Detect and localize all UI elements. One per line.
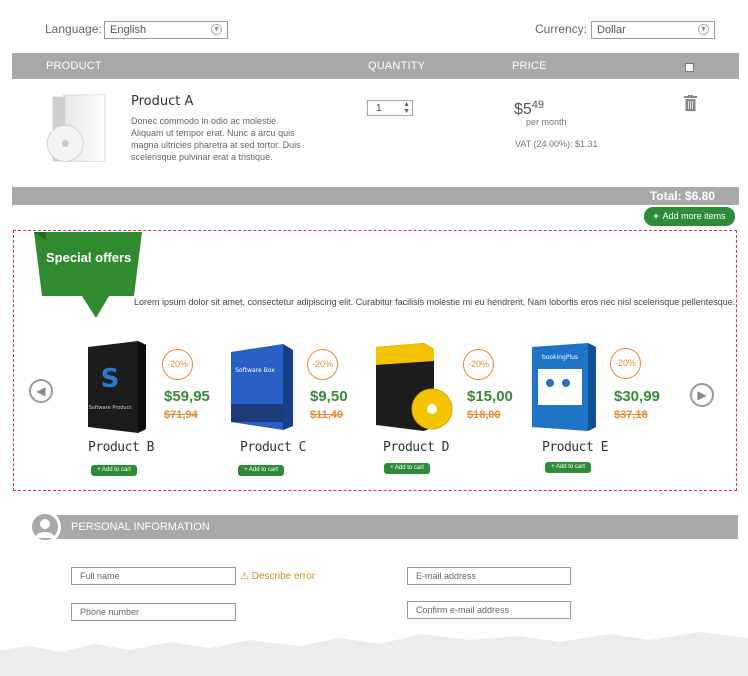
plus-icon: + [653, 211, 659, 221]
price-period: per month [526, 117, 567, 127]
full-name-field[interactable]: Full name [71, 567, 236, 585]
total-amount: Total: $6.80 [649, 189, 715, 203]
product-e-discount: -20% [610, 348, 641, 379]
vat-text: VAT (24.00%): $1.31 [515, 139, 598, 149]
quantity-value: 1 [376, 103, 382, 114]
add-to-cart-label: Add to cart [248, 467, 278, 473]
torn-paper-edge [0, 632, 748, 676]
select-all-checkbox[interactable] [685, 63, 694, 72]
product-d-image [376, 343, 453, 431]
full-name-placeholder: Full name [80, 571, 120, 581]
product-b-discount: -20% [162, 349, 193, 380]
product-d-discount: -20% [463, 349, 494, 380]
language-label: Language: [45, 22, 102, 36]
email-placeholder: E-mail address [416, 571, 477, 581]
product-e-price: $30,99 [614, 388, 660, 405]
product-d-price: $15,00 [467, 388, 513, 405]
svg-text:Software Product: Software Product [89, 405, 132, 411]
product-c-old-price: $11,40 [310, 409, 344, 421]
product-b-price: $59,95 [164, 388, 210, 405]
product-d-old-price: $18,00 [467, 409, 501, 421]
product-a-price: $549 [514, 99, 544, 119]
phone-placeholder: Phone number [80, 607, 140, 617]
chevron-down-icon: ▼ [698, 24, 709, 35]
phone-field[interactable]: Phone number [71, 603, 236, 621]
trash-icon[interactable] [684, 95, 697, 111]
avatar [29, 511, 61, 543]
cart-header: PRODUCT QUANTITY PRICE [12, 53, 739, 79]
add-to-cart-label: Add to cart [394, 465, 424, 471]
confirm-email-field[interactable]: Confirm e-mail address [407, 601, 571, 619]
product-e-old-price: $37,18 [614, 409, 648, 421]
special-offers-flag [34, 232, 142, 318]
user-icon [35, 519, 55, 538]
add-to-cart-button[interactable]: + Add to cart [384, 463, 430, 474]
add-more-label: Add more items [662, 211, 726, 221]
currency-select[interactable]: Dollar ▼ [591, 21, 715, 39]
spinner-arrows-icon[interactable]: ▲ ▼ [403, 101, 410, 115]
language-select[interactable]: English ▼ [104, 21, 228, 39]
product-c-price: $9,50 [310, 388, 348, 405]
product-c-name: Product C [240, 440, 306, 455]
language-value: English [110, 24, 147, 36]
product-a-image [46, 94, 106, 162]
price-cents: 49 [531, 99, 545, 111]
error-message: ⚠ Describe error [240, 571, 315, 582]
price-main: $5 [514, 101, 532, 118]
special-offers-description: Lorem ipsum dolor sit amet, consectetur … [134, 297, 736, 307]
add-to-cart-label: Add to cart [101, 467, 131, 473]
product-d-name: Product D [383, 440, 449, 455]
add-more-items-button[interactable]: + Add more items [644, 207, 735, 226]
email-field[interactable]: E-mail address [407, 567, 571, 585]
warning-icon: ⚠ [240, 571, 249, 582]
product-e-name: Product E [542, 440, 608, 455]
confirm-email-placeholder: Confirm e-mail address [416, 605, 510, 615]
product-b-image: S Software Product [88, 341, 146, 433]
carousel-prev-button[interactable]: ◀ [29, 379, 53, 403]
header-price: PRICE [512, 60, 547, 72]
svg-text:Software Box: Software Box [235, 367, 275, 374]
product-c-discount: -20% [307, 349, 338, 380]
total-bar: Total: $6.80 [12, 187, 739, 205]
add-to-cart-button[interactable]: + Add to cart [91, 465, 137, 476]
add-to-cart-label: Add to cart [555, 464, 585, 470]
chevron-down-icon: ▼ [211, 24, 222, 35]
product-e-image: bookingPlus [532, 343, 596, 431]
header-product: PRODUCT [46, 60, 102, 72]
product-b-name: Product B [88, 440, 154, 455]
product-a-name: Product A [131, 94, 194, 109]
product-a-description: Donec commodo in odio ac molestie. Aliqu… [131, 116, 301, 162]
svg-text:bookingPlus: bookingPlus [542, 354, 578, 361]
currency-value: Dollar [597, 24, 626, 36]
product-c-image: Software Box [231, 344, 293, 430]
add-to-cart-button[interactable]: + Add to cart [545, 462, 591, 473]
quantity-stepper[interactable]: 1 ▲ ▼ [367, 100, 413, 116]
currency-label: Currency: [535, 22, 588, 36]
svg-text:S: S [101, 364, 120, 394]
carousel-next-button[interactable]: ▶ [690, 383, 714, 407]
product-b-old-price: $71,94 [164, 409, 198, 421]
header-quantity: QUANTITY [368, 60, 426, 72]
special-offers-title: Special offers [46, 250, 132, 265]
personal-info-title: PERSONAL INFORMATION [71, 521, 210, 533]
personal-info-header: PERSONAL INFORMATION [45, 515, 738, 539]
add-to-cart-button[interactable]: + Add to cart [238, 465, 284, 476]
error-text: Describe error [251, 571, 316, 582]
